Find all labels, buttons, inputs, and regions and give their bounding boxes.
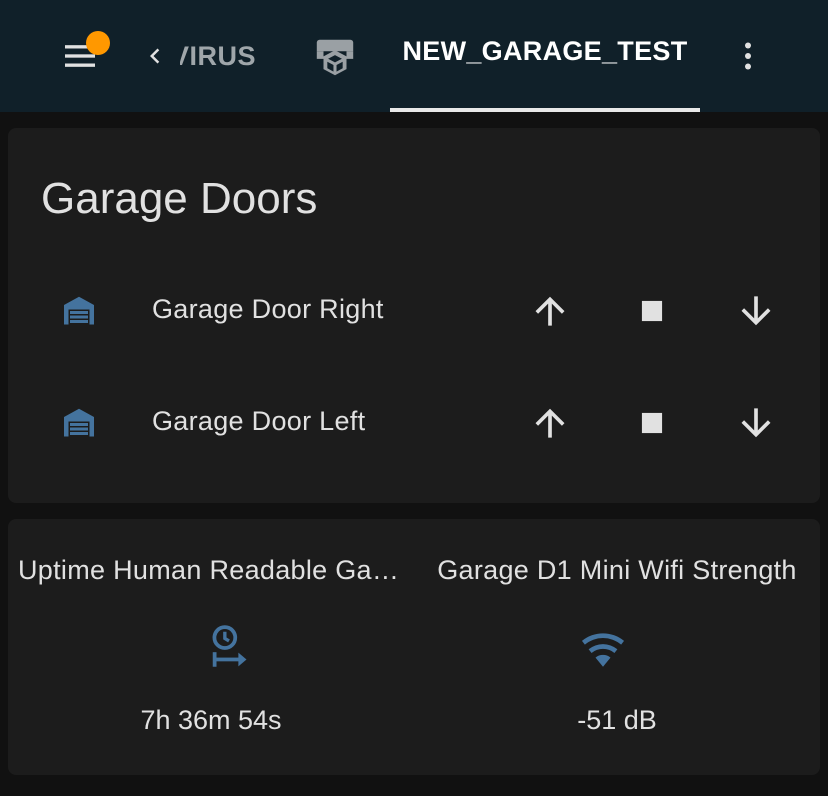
cover-name[interactable]: Garage Door Left <box>152 406 365 437</box>
arrow-down-icon <box>741 296 771 326</box>
garage-icon[interactable] <box>61 293 97 329</box>
timer-arrow-icon <box>212 625 247 667</box>
tab-package[interactable] <box>306 28 364 86</box>
cover-name[interactable]: Garage Door Right <box>152 294 384 325</box>
tab-new-garage-test-label: NEW_GARAGE_TEST <box>402 36 688 66</box>
arrow-up-icon <box>535 296 565 326</box>
glance-item-name: Garage D1 Mini Wifi Strength <box>437 555 797 585</box>
close-cover-button[interactable] <box>732 287 780 335</box>
arrow-up-icon <box>535 408 565 438</box>
card-title: Garage Doors <box>41 174 318 223</box>
notification-dot <box>86 31 110 55</box>
glance-item-name: Uptime Human Readable Garage D1 Mini <box>18 555 404 585</box>
glance-item-state: -51 dB <box>577 705 657 735</box>
tab-virus[interactable]: VIRUS <box>140 28 256 84</box>
stop-icon <box>641 300 663 322</box>
close-cover-button[interactable] <box>732 399 780 447</box>
cover-row: Garage Door Right <box>8 276 820 346</box>
app-header: VIRUS NEW_GARAGE_TEST <box>0 0 828 112</box>
glance-card: Uptime Human Readable Garage D1 Mini 7h … <box>8 519 820 775</box>
stop-cover-button[interactable] <box>628 287 676 335</box>
active-tab-indicator <box>390 108 700 112</box>
chevron-left-icon <box>140 28 180 84</box>
dots-vertical-icon <box>745 42 751 70</box>
tab-virus-label: VIRUS <box>180 40 256 71</box>
open-cover-button[interactable] <box>526 399 574 447</box>
glance-item-wifi[interactable]: Garage D1 Mini Wifi Strength -51 dB <box>414 519 820 775</box>
wifi-icon <box>581 633 625 667</box>
stop-cover-button[interactable] <box>628 399 676 447</box>
garage-icon[interactable] <box>61 405 97 441</box>
cover-row: Garage Door Left <box>8 388 820 458</box>
overflow-menu-button[interactable] <box>724 30 772 82</box>
glance-item-state: 7h 36m 54s <box>140 705 282 735</box>
glance-item-uptime[interactable]: Uptime Human Readable Garage D1 Mini 7h … <box>8 519 414 775</box>
tab-new-garage-test[interactable]: NEW_GARAGE_TEST <box>390 0 700 112</box>
arrow-down-icon <box>741 408 771 438</box>
garage-doors-card: Garage Doors Garage Door Right Garage Do… <box>8 128 820 503</box>
package-variant-icon <box>316 39 354 76</box>
open-cover-button[interactable] <box>526 287 574 335</box>
stop-icon <box>641 412 663 434</box>
